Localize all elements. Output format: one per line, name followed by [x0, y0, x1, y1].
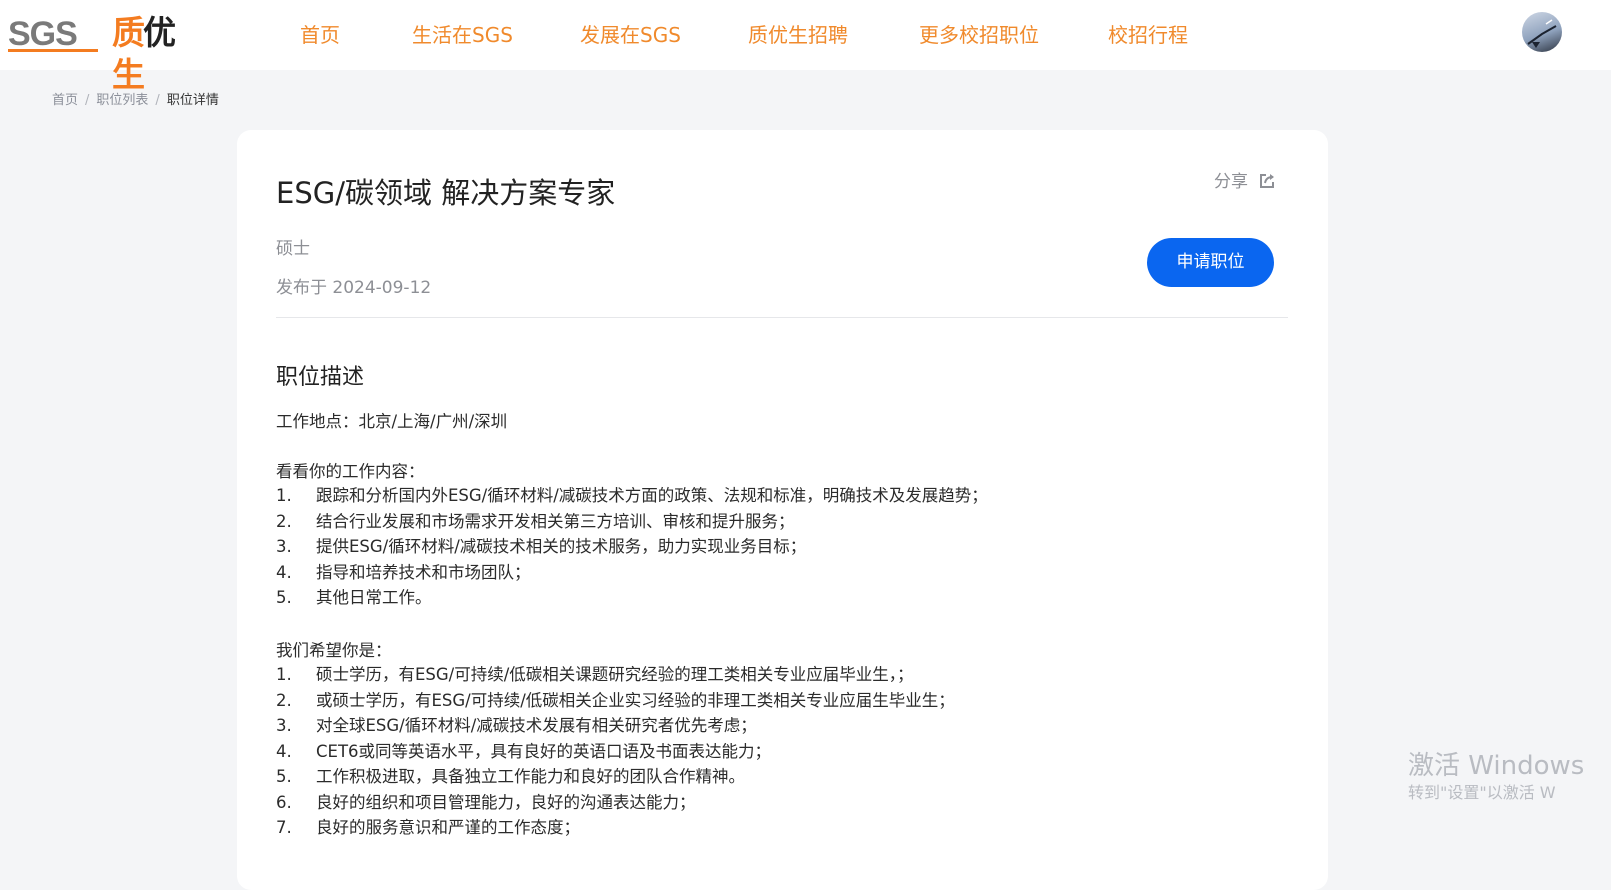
- job-posted-date: 发布于 2024-09-12: [276, 278, 432, 298]
- list-item-number: 2.: [276, 511, 292, 531]
- nav-item-campus-schedule[interactable]: 校招行程: [1108, 20, 1188, 50]
- brand-logo[interactable]: 质优生: [112, 12, 204, 94]
- list-item-number: 1.: [276, 665, 292, 684]
- job-title: ESG/碳领域 解决方案专家: [276, 176, 616, 210]
- nav-item-grow-at-sgs[interactable]: 发展在SGS: [580, 20, 681, 50]
- list-item-number: 2.: [276, 690, 292, 710]
- nav-item-home[interactable]: 首页: [300, 20, 340, 50]
- share-label: 分享: [1214, 172, 1248, 192]
- list-item-text: 工作积极进取，具备独立工作能力和良好的团队合作精神。: [316, 767, 745, 786]
- windows-activation-watermark: 激活 Windows 转到"设置"以激活 W: [1408, 750, 1584, 804]
- brand-logo-char-1: 质: [112, 13, 145, 52]
- list-item-number: 3.: [276, 716, 292, 735]
- share-icon: [1260, 174, 1275, 188]
- user-avatar[interactable]: [1522, 12, 1562, 52]
- list-item-number: 4.: [276, 741, 292, 761]
- avatar-image-icon: [1527, 19, 1557, 48]
- list-item-text: 提供ESG/循环材料/减碳技术相关的技术服务，助力实现业务目标；: [316, 537, 807, 556]
- job-degree: 硕士: [276, 239, 310, 259]
- list-item-text: 良好的组织和项目管理能力，良好的沟通表达能力；: [316, 792, 696, 812]
- list-item-text: 结合行业发展和市场需求开发相关第三方培训、审核和提升服务；: [316, 511, 795, 531]
- apply-job-button[interactable]: 申请职位: [1147, 238, 1274, 287]
- list-item-number: 4.: [276, 562, 292, 582]
- nav-item-life-at-sgs[interactable]: 生活在SGS: [412, 20, 513, 50]
- list-item-text: 良好的服务意识和严谨的工作态度；: [316, 818, 580, 837]
- brand-logo-char-2: 优: [143, 13, 176, 52]
- sgs-logo-text: SGS: [8, 15, 78, 53]
- list-item-text: 其他日常工作。: [316, 588, 432, 607]
- watermark-line-1: 激活 Windows: [1408, 751, 1585, 781]
- list-item-number: 1.: [276, 486, 292, 505]
- watermark-line-2: 转到"设置"以激活 W: [1408, 783, 1556, 802]
- breadcrumb-separator: /: [155, 93, 160, 108]
- sgs-logo-underline: [8, 49, 98, 52]
- work-location: 工作地点：北京/上海/广州/深圳: [276, 412, 508, 431]
- list-item-text: 对全球ESG/循环材料/减碳技术发展有相关研究者优先考虑；: [316, 716, 757, 735]
- job-detail-card: ESG/碳领域 解决方案专家 分享 硕士 发布于 2024-09-12 申请职位…: [237, 130, 1328, 890]
- list-item-number: 6.: [276, 792, 292, 812]
- breadcrumb: 首页 / 职位列表 / 职位详情: [52, 91, 219, 111]
- top-navigation-bar: SGS 质优生 首页 生活在SGS 发展在SGS 质优生招聘 更多校招职位 校招…: [0, 0, 1611, 94]
- list-item-text: 跟踪和分析国内外ESG/循环材料/减碳技术方面的政策、法规和标准，明确技术及发展…: [316, 486, 988, 505]
- requirements-heading: 我们希望你是：: [276, 641, 392, 660]
- duties-heading: 看看你的工作内容：: [276, 462, 425, 481]
- list-item-number: 3.: [276, 537, 292, 556]
- section-title-description: 职位描述: [276, 365, 365, 390]
- divider: [276, 317, 1288, 318]
- breadcrumb-job-list[interactable]: 职位列表: [96, 93, 148, 108]
- nav-item-recruitment[interactable]: 质优生招聘: [748, 20, 848, 50]
- brand-logo-char-3: 生: [112, 55, 145, 94]
- list-item-text: 硕士学历，有ESG/可持续/低碳相关课题研究经验的理工类相关专业应届毕业生，；: [316, 665, 914, 684]
- breadcrumb-current: 职位详情: [166, 93, 219, 108]
- list-item-number: 7.: [276, 818, 292, 837]
- share-button[interactable]: 分享: [1214, 171, 1276, 193]
- list-item-text: CET6或同等英语水平，具有良好的英语口语及书面表达能力；: [316, 741, 772, 761]
- list-item-number: 5.: [276, 767, 292, 786]
- list-item-text: 指导和培养技术和市场团队；: [316, 562, 531, 582]
- list-item-text: 或硕士学历，有ESG/可持续/低碳相关企业实习经验的非理工类相关专业应届生毕业生…: [316, 690, 955, 710]
- sgs-logo[interactable]: SGS: [8, 14, 98, 54]
- breadcrumb-home[interactable]: 首页: [52, 93, 78, 108]
- nav-item-more-jobs[interactable]: 更多校招职位: [919, 20, 1039, 50]
- list-item-number: 5.: [276, 588, 292, 607]
- breadcrumb-separator: /: [85, 93, 90, 108]
